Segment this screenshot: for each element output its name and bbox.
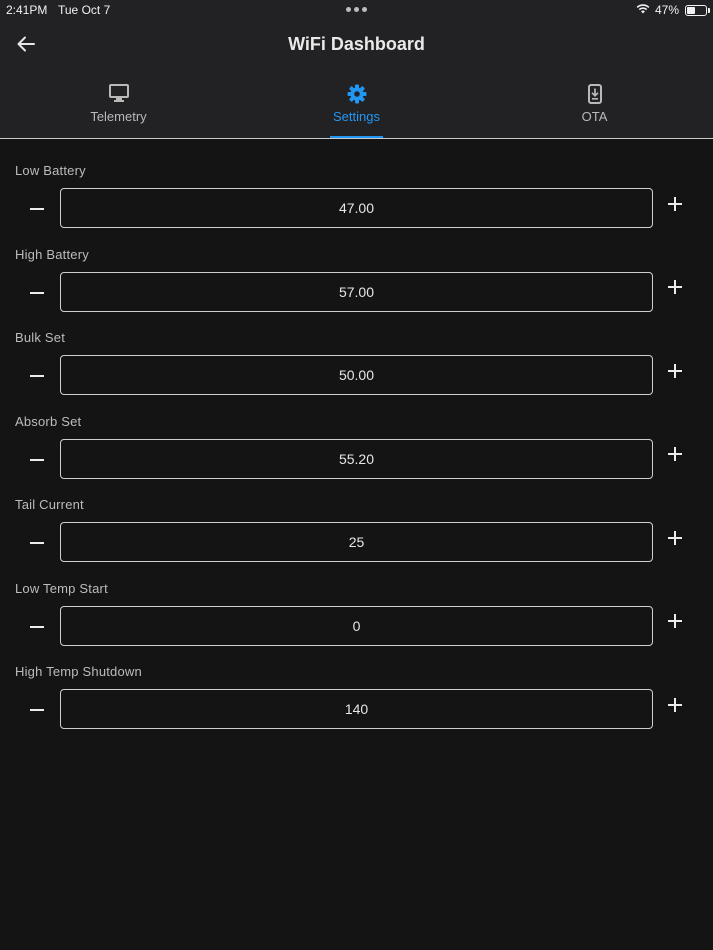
plus-icon <box>668 447 682 466</box>
minus-icon <box>30 364 44 382</box>
status-right: 47% <box>636 3 710 17</box>
battery-percent: 47% <box>654 3 679 17</box>
setting-high-battery: High Battery 57.00 <box>0 223 713 312</box>
setting-label: Low Temp Start <box>15 580 108 596</box>
setting-absorb-set: Absorb Set 55.20 <box>0 390 713 479</box>
page-title: WiFi Dashboard <box>288 34 425 54</box>
setting-low-battery: Low Battery 47.00 <box>0 139 713 228</box>
setting-label: High Battery <box>15 246 89 262</box>
plus-icon <box>668 697 682 717</box>
plus-icon <box>668 280 682 299</box>
increment-button[interactable] <box>660 609 690 639</box>
value-field[interactable]: 140 <box>60 689 653 729</box>
increment-button[interactable] <box>660 525 690 555</box>
setting-high-temp-shutdown: High Temp Shutdown 140 <box>0 640 713 729</box>
increment-button[interactable] <box>660 275 690 305</box>
tab-settings[interactable]: Settings <box>238 70 475 138</box>
tab-bar: Telemetry Settings OTA <box>0 70 713 139</box>
setting-tail-current: Tail Current 25 <box>0 473 713 562</box>
setting-label: Bulk Set <box>15 330 66 345</box>
minus-icon <box>30 281 44 299</box>
tab-telemetry[interactable]: Telemetry <box>0 70 237 138</box>
more-dots-icon[interactable] <box>346 7 367 12</box>
decrement-button[interactable] <box>22 275 52 305</box>
decrement-button[interactable] <box>22 442 52 472</box>
decrement-button[interactable] <box>22 358 52 388</box>
minus-icon <box>30 698 44 716</box>
tab-label-telemetry: Telemetry <box>90 109 147 124</box>
plus-icon <box>668 196 682 216</box>
plus-icon <box>668 530 682 550</box>
decrement-button[interactable] <box>22 692 52 722</box>
setting-bulk-set: Bulk Set 50.00 <box>0 306 713 395</box>
decrement-button[interactable] <box>22 191 52 221</box>
decrement-button[interactable] <box>22 609 52 639</box>
setting-label: High Temp Shutdown <box>15 664 142 679</box>
increment-button[interactable] <box>660 358 690 388</box>
minus-icon <box>30 615 44 633</box>
active-tab-indicator <box>330 136 383 138</box>
wifi-icon <box>636 3 650 17</box>
setting-low-temp-start: Low Temp Start 0 <box>0 557 713 646</box>
plus-icon <box>668 363 682 383</box>
tab-ota[interactable]: OTA <box>476 70 713 138</box>
minus-icon <box>30 448 44 466</box>
battery-level <box>687 6 695 14</box>
setting-label: Tail Current <box>15 497 84 512</box>
increment-button[interactable] <box>660 692 690 722</box>
gear-icon <box>347 84 367 109</box>
status-time: 2:41PM <box>6 3 48 17</box>
setting-label: Absorb Set <box>15 413 82 429</box>
plus-icon <box>668 614 682 633</box>
battery-icon <box>685 4 710 16</box>
minus-icon <box>30 531 44 549</box>
increment-button[interactable] <box>660 442 690 472</box>
monitor-icon <box>108 84 129 108</box>
status-date: Tue Oct 7 <box>58 3 111 17</box>
decrement-button[interactable] <box>22 525 52 555</box>
increment-button[interactable] <box>660 191 690 221</box>
setting-label: Low Battery <box>15 163 86 178</box>
minus-icon <box>30 197 44 215</box>
tab-label-ota: OTA <box>581 109 608 124</box>
status-bar: 2:41PM Tue Oct 7 47% <box>0 0 713 22</box>
tab-label-settings: Settings <box>333 109 380 124</box>
app-bar: WiFi Dashboard <box>0 22 713 70</box>
phone-download-icon <box>587 84 602 109</box>
